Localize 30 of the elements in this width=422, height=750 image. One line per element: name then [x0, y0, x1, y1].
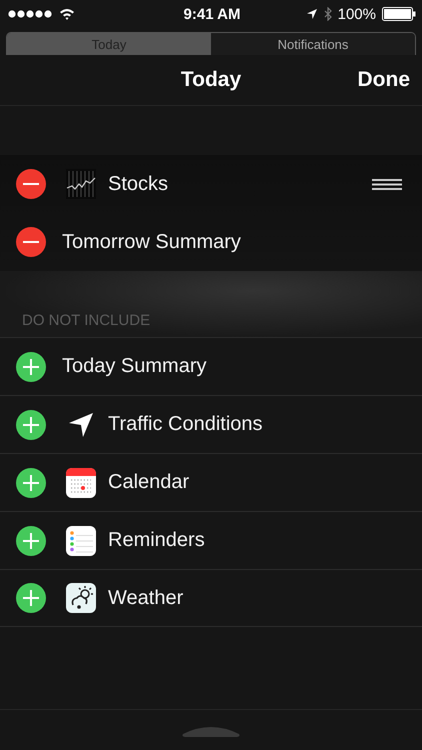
- done-button[interactable]: Done: [356, 66, 412, 94]
- remove-button[interactable]: [16, 169, 46, 199]
- widget-name: Traffic Conditions: [108, 413, 264, 436]
- widget-name: Reminders: [108, 529, 206, 552]
- location-arrow-icon: [306, 8, 318, 20]
- calendar-icon: [66, 468, 96, 498]
- status-time: 9:41 AM: [184, 6, 240, 22]
- battery-percent: 100%: [338, 6, 376, 22]
- weather-icon: [66, 583, 96, 613]
- widget-name: Stocks: [108, 172, 170, 196]
- reorder-handle-icon[interactable]: [372, 178, 402, 190]
- signal-icon: [8, 10, 54, 18]
- add-button[interactable]: [16, 526, 46, 556]
- remove-button[interactable]: [16, 227, 46, 257]
- add-button[interactable]: [16, 410, 46, 440]
- segment-tab[interactable]: Notifications: [211, 33, 415, 55]
- widget-name: Calendar: [108, 471, 190, 494]
- battery-icon: [382, 7, 416, 21]
- add-button[interactable]: [16, 583, 46, 613]
- widget-name: Weather: [108, 586, 184, 610]
- widget-name: Today Summary: [62, 355, 208, 378]
- bluetooth-icon: [324, 7, 332, 21]
- wifi-icon: [59, 8, 75, 20]
- add-button[interactable]: [16, 468, 46, 498]
- screen-title: Today: [180, 68, 242, 92]
- widget-name: Tomorrow Summary: [62, 230, 242, 254]
- stock-chart-icon: [66, 169, 96, 199]
- add-button[interactable]: [16, 352, 46, 382]
- reminders-icon: [66, 526, 96, 556]
- section-header: DO NOT INCLUDE: [22, 312, 150, 329]
